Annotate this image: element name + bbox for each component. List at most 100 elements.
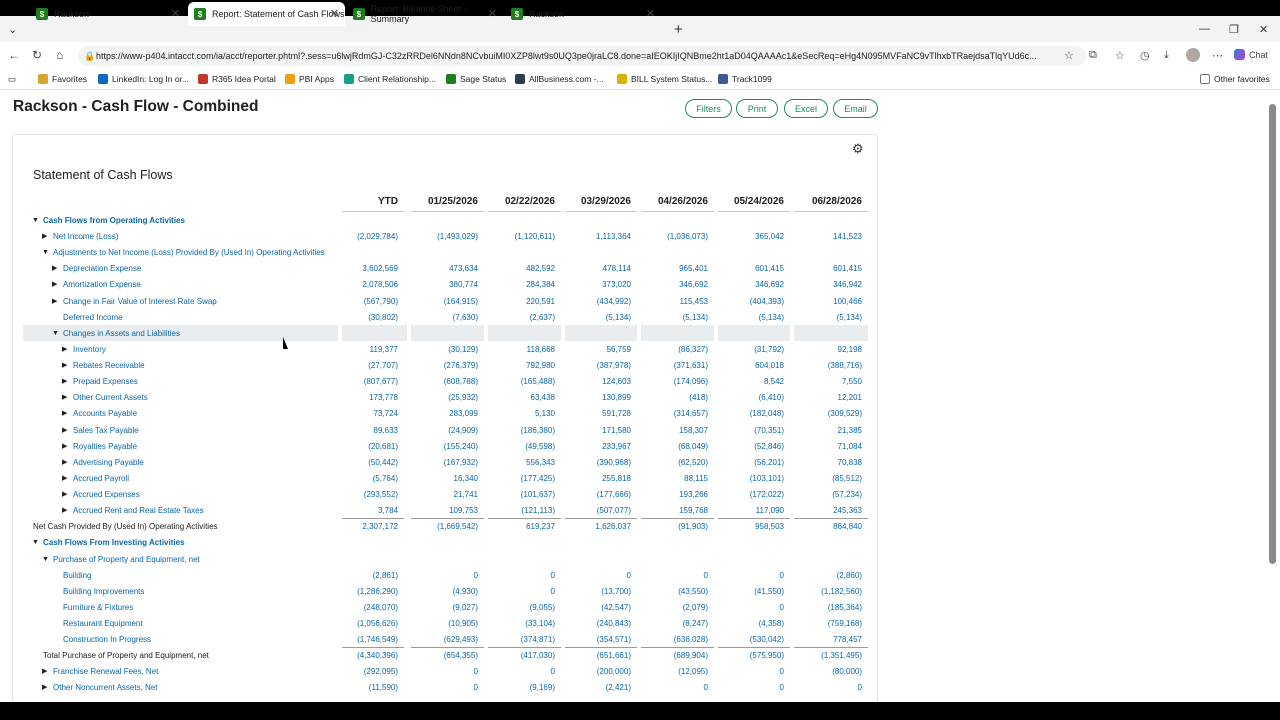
row-label[interactable]: Other Noncurrent Assets, Net [53,680,158,696]
cell-value[interactable]: 21,385 [794,423,868,439]
cell-value[interactable]: 365,042 [718,229,790,245]
cell-value[interactable]: 173,778 [342,390,404,406]
cell-value[interactable]: 56,759 [565,342,637,358]
favorites-icon[interactable]: ☆ [1115,49,1125,62]
cell-value[interactable]: (387,978) [565,358,637,374]
browser-tab[interactable]: $ Report: Statement of Cash Flows ✕ [188,2,345,26]
cell-value[interactable]: (636,028) [641,632,714,648]
home-icon[interactable]: ⌂ [56,48,63,62]
cell-value[interactable]: (70,351) [718,423,790,439]
cell-value[interactable]: 171,580 [565,423,637,439]
cell-value[interactable]: (50,442) [342,455,404,471]
cell-value[interactable]: 3,784 [342,503,404,519]
row-label[interactable]: Inventory [73,342,106,358]
expand-triangle-icon[interactable]: ▶ [52,261,57,277]
cell-value[interactable]: (314,657) [641,406,714,422]
collapse-triangle-icon[interactable]: ▼ [42,245,49,261]
cell-value[interactable]: (4,358) [718,616,790,632]
cell-value[interactable]: (651,661) [565,648,637,664]
close-tab-icon[interactable]: ✕ [171,7,180,20]
cell-value[interactable]: 1,626,037 [565,519,637,535]
cell-value[interactable]: (1,493,029) [411,229,484,245]
cell-value[interactable]: 245,363 [794,503,868,519]
browser-tab[interactable]: $ Rackson ✕ [30,2,186,26]
cell-value[interactable]: (121,113) [488,503,561,519]
cell-value[interactable]: (7,630) [411,310,484,326]
row-label[interactable]: Amortization Expense [63,277,141,293]
cell-value[interactable]: 958,503 [718,519,790,535]
cell-value[interactable]: (276,379) [411,358,484,374]
expand-triangle-icon[interactable]: ▶ [42,680,47,696]
cell-value[interactable]: 346,692 [718,277,790,293]
cell-value[interactable]: (24,909) [411,423,484,439]
expand-triangle-icon[interactable]: ▶ [52,277,57,293]
cell-value[interactable]: 373,020 [565,277,637,293]
cell-value[interactable]: (390,968) [565,455,637,471]
cell-value[interactable]: (530,042) [718,632,790,648]
cell-value[interactable]: 965,401 [641,261,714,277]
row-label[interactable]: Accrued Rent and Real Estate Taxes [73,503,204,519]
cell-value[interactable]: (2,860) [794,568,868,584]
cell-value[interactable]: (354,571) [565,632,637,648]
cell-value[interactable]: (5,134) [565,310,637,326]
cell-value[interactable]: (165,488) [488,374,561,390]
cell-value[interactable]: 478,114 [565,261,637,277]
cell-value[interactable]: (309,529) [794,406,868,422]
favorite-link[interactable]: Track1099 [718,74,772,84]
filters-button[interactable]: Filters [685,99,732,118]
cell-value[interactable]: (30,802) [342,310,404,326]
row-label[interactable]: Building [63,568,91,584]
site-info-icon[interactable]: 🔒 [84,51,95,62]
cell-value[interactable]: (292,095) [342,664,404,680]
row-label[interactable]: Advertising Payable [73,455,144,471]
row-label[interactable]: Restaurant Equipment [63,616,143,632]
cell-value[interactable]: (5,134) [718,310,790,326]
cell-value[interactable]: 88,115 [641,471,714,487]
cell-value[interactable]: (1,351,495) [794,648,868,664]
cell-value[interactable]: 0 [794,680,868,696]
cell-value[interactable]: 100,466 [794,294,868,310]
cell-value[interactable]: 109,753 [411,503,484,519]
cell-value[interactable]: (5,134) [794,310,868,326]
cell-value[interactable]: (2,079) [641,600,714,616]
favorite-star-icon[interactable]: ☆ [1064,49,1074,62]
cell-value[interactable]: (1,746,549) [342,632,404,648]
cell-value[interactable]: (33,104) [488,616,561,632]
cell-value[interactable]: (86,327) [641,342,714,358]
cell-value[interactable]: (1,286,290) [342,584,404,600]
favorite-link[interactable]: AllBusiness.com -... [515,74,604,84]
cell-value[interactable]: 130,899 [565,390,637,406]
cell-value[interactable]: (177,666) [565,487,637,503]
cell-value[interactable]: (42,547) [565,600,637,616]
cell-value[interactable]: (2,029,784) [342,229,404,245]
row-label[interactable]: Purchase of Property and Equipment, net [53,552,200,568]
cell-value[interactable]: (101,637) [488,487,561,503]
row-label[interactable]: Cash Flows from Operating Activities [43,213,185,229]
cell-value[interactable]: (1,669,542) [411,519,484,535]
expand-triangle-icon[interactable]: ▶ [52,294,57,310]
reading-list-icon[interactable]: ▭ [8,74,16,85]
cell-value[interactable]: 778,457 [794,632,868,648]
expand-triangle-icon[interactable]: ▶ [62,503,67,519]
cell-value[interactable]: 284,384 [488,277,561,293]
cell-value[interactable]: 8,542 [718,374,790,390]
cell-value[interactable]: (172,022) [718,487,790,503]
cell-value[interactable]: (9,055) [488,600,561,616]
cell-value[interactable]: 604,018 [718,358,790,374]
cell-value[interactable]: (759,168) [794,616,868,632]
row-label[interactable]: Cash Flows From Investing Activities [43,535,185,551]
cell-value[interactable]: (1,036,073) [641,229,714,245]
cell-value[interactable]: 380,774 [411,277,484,293]
expand-triangle-icon[interactable]: ▶ [62,423,67,439]
row-label[interactable]: Adjustments to Net Income (Loss) Provide… [53,245,325,261]
expand-triangle-icon[interactable]: ▶ [62,390,67,406]
close-tab-icon[interactable]: ✕ [646,7,655,20]
cell-value[interactable]: 3,602,569 [342,261,404,277]
email-button[interactable]: Email [833,99,878,118]
cell-value[interactable]: (185,364) [794,600,868,616]
cell-value[interactable]: (10,905) [411,616,484,632]
browser-tab[interactable]: $ Report: Balance Sheet - Summary ✕ [347,2,503,26]
cell-value[interactable]: 118,668 [488,342,561,358]
cell-value[interactable]: (248,070) [342,600,404,616]
cell-value[interactable]: (2,861) [342,568,404,584]
